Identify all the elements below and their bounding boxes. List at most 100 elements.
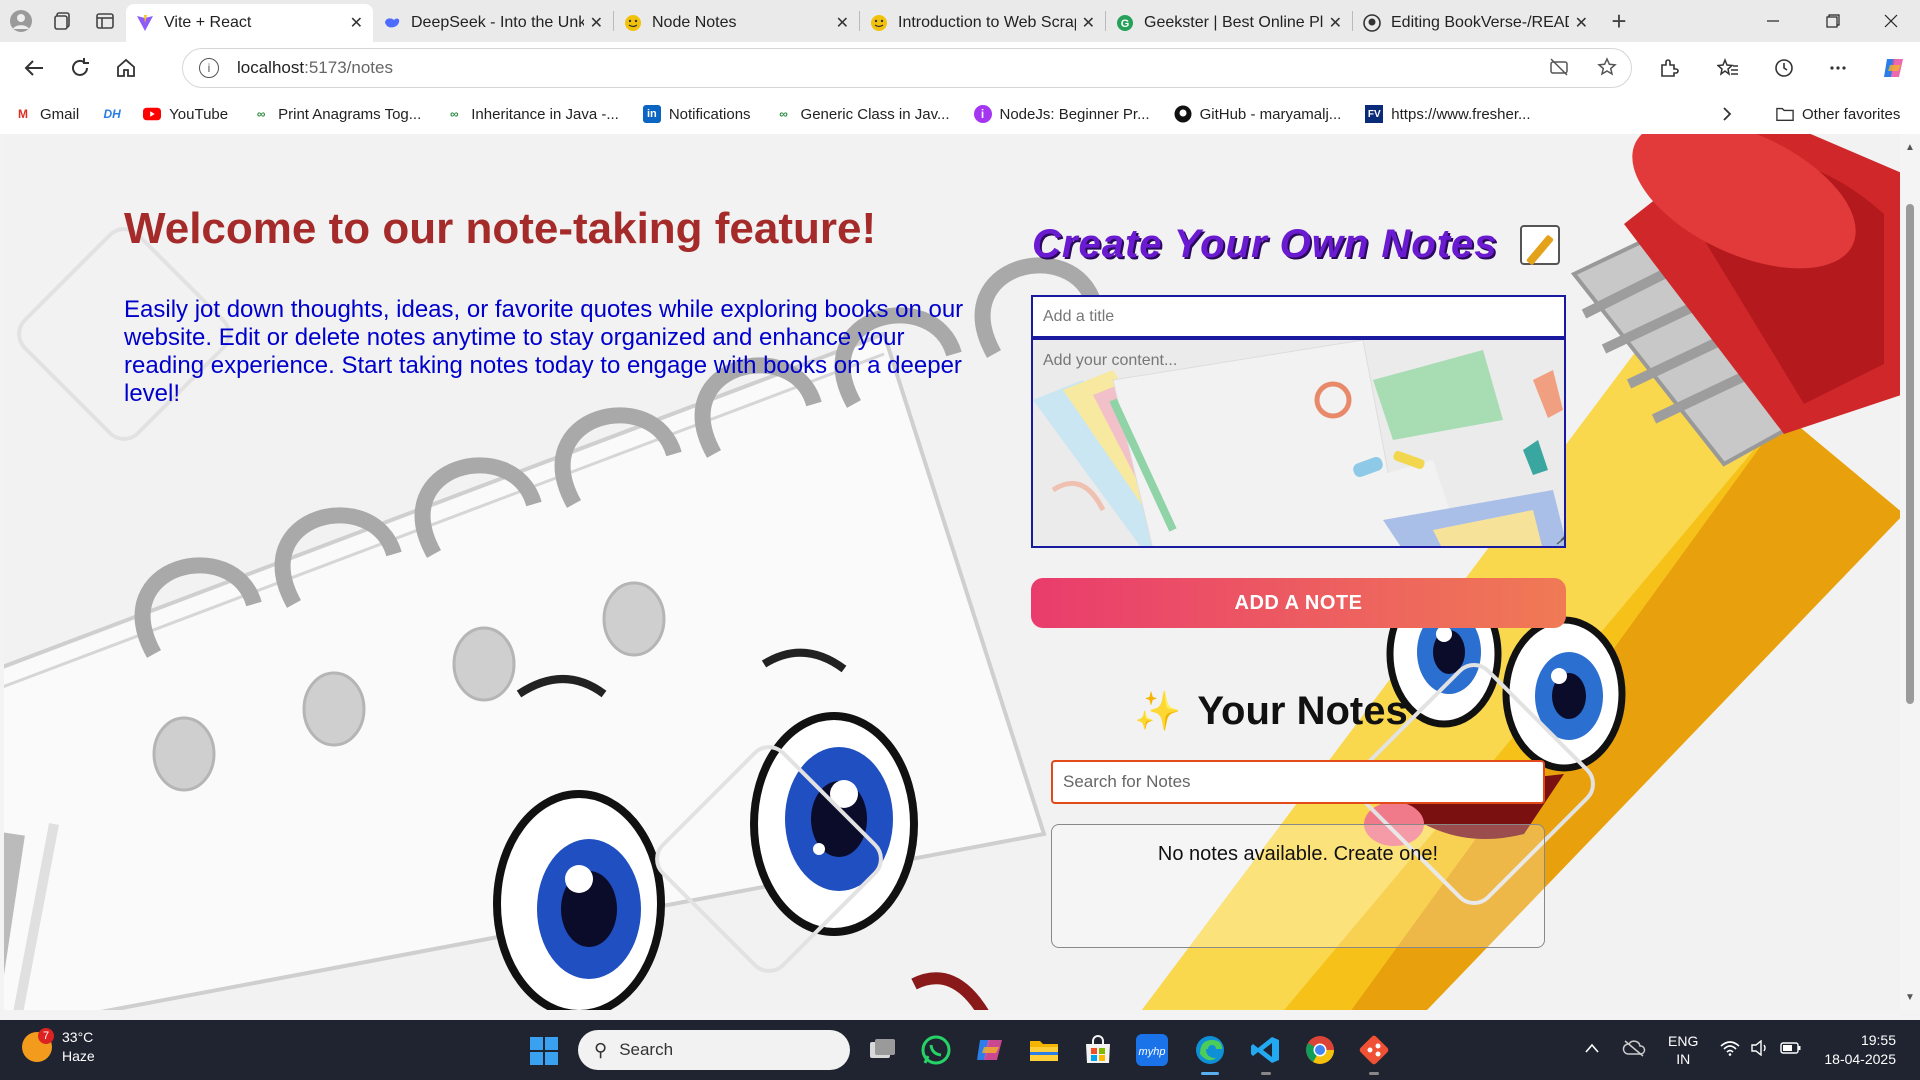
bookmark-inheritance-java[interactable]: ∞ Inheritance in Java -... xyxy=(445,105,619,123)
svg-text:myhp: myhp xyxy=(1139,1046,1166,1058)
tab-geekster[interactable]: G Geekster | Best Online Pla ✕ xyxy=(1106,4,1352,42)
notebook-pencil-background xyxy=(4,134,1900,1010)
bookmarks-overflow-icon[interactable] xyxy=(1720,106,1734,122)
myhp-icon[interactable]: myhp xyxy=(1136,1034,1168,1066)
task-view-icon[interactable] xyxy=(866,1034,898,1066)
edge-icon[interactable] xyxy=(1194,1034,1226,1075)
onedrive-offline-icon[interactable] xyxy=(1622,1039,1646,1061)
tab-node-notes[interactable]: Node Notes ✕ xyxy=(614,4,859,42)
bookmark-print-anagrams[interactable]: ∞ Print Anagrams Tog... xyxy=(252,105,421,123)
your-notes-title: Your Notes xyxy=(1197,689,1408,733)
udemy-icon: i xyxy=(973,105,992,123)
add-note-button[interactable]: ADD A NOTE xyxy=(1031,578,1566,628)
close-icon[interactable]: ✕ xyxy=(590,13,603,33)
whatsapp-icon[interactable] xyxy=(920,1034,952,1066)
close-icon[interactable]: ✕ xyxy=(1082,13,1095,33)
microsoft-store-icon[interactable] xyxy=(1082,1034,1114,1066)
file-explorer-icon[interactable] xyxy=(1028,1034,1060,1066)
folder-icon xyxy=(1776,105,1794,123)
note-title-input[interactable] xyxy=(1031,295,1566,338)
copilot-icon[interactable] xyxy=(974,1034,1006,1066)
site-info-icon[interactable]: i xyxy=(199,58,219,78)
search-icon: ⚲ xyxy=(594,1039,608,1060)
tray-overflow-icon[interactable] xyxy=(1584,1041,1600,1059)
quick-settings[interactable] xyxy=(1720,1039,1802,1060)
new-tab-button[interactable]: + xyxy=(1598,0,1640,42)
profile-icon[interactable] xyxy=(0,0,42,42)
back-icon[interactable] xyxy=(12,46,56,90)
bookmark-label: https://www.fresher... xyxy=(1391,105,1531,123)
windows-start-icon[interactable] xyxy=(530,1037,558,1065)
scroll-up-icon[interactable]: ▲ xyxy=(1905,142,1915,153)
close-icon[interactable]: ✕ xyxy=(1575,13,1588,33)
reload-icon[interactable] xyxy=(58,46,102,90)
deepseek-icon xyxy=(383,14,401,32)
bookmark-nodejs[interactable]: i NodeJs: Beginner Pr... xyxy=(973,105,1150,123)
note-content-textarea[interactable]: Add your content... xyxy=(1031,338,1566,548)
tab-deepseek[interactable]: DeepSeek - Into the Unkn ✕ xyxy=(373,4,613,42)
clock-date: 18-04-2025 xyxy=(1824,1051,1896,1067)
smiley-icon xyxy=(870,14,888,32)
favorites-icon[interactable] xyxy=(1706,46,1750,90)
scroll-down-icon[interactable]: ▼ xyxy=(1905,992,1915,1003)
bookmark-fresher[interactable]: FV https://www.fresher... xyxy=(1365,105,1531,123)
copilot-icon[interactable] xyxy=(1872,46,1916,90)
address-bar[interactable]: i localhost:5173/notes xyxy=(182,48,1632,88)
tab-title: Vite + React xyxy=(164,14,252,31)
minimize-icon[interactable] xyxy=(1748,0,1798,42)
language-indicator[interactable]: ENG IN xyxy=(1668,1032,1698,1068)
bookmark-generic-class[interactable]: ∞ Generic Class in Jav... xyxy=(775,105,949,123)
dh-icon: DH xyxy=(103,107,121,121)
page-scrollbar[interactable]: ▲ ▼ xyxy=(1900,134,1920,1010)
gmail-icon: M xyxy=(18,107,28,121)
tab-actions-icon[interactable] xyxy=(84,0,126,42)
bookmark-label: GitHub - maryamalj... xyxy=(1199,105,1342,123)
tab-vite-react[interactable]: Vite + React ✕ xyxy=(126,4,373,42)
tab-web-scraping[interactable]: Introduction to Web Scrap ✕ xyxy=(860,4,1105,42)
bookmark-github[interactable]: GitHub - maryamalj... xyxy=(1174,105,1342,123)
volume-icon xyxy=(1750,1039,1770,1060)
workspaces-icon[interactable] xyxy=(42,0,84,42)
weather-haze-icon: 7 xyxy=(22,1028,54,1062)
chrome-icon[interactable] xyxy=(1304,1034,1336,1066)
vscode-icon[interactable] xyxy=(1250,1034,1282,1075)
search-notes-input[interactable] xyxy=(1051,760,1545,804)
tab-title: Node Notes xyxy=(652,14,737,31)
scrollbar-thumb[interactable] xyxy=(1906,204,1914,704)
home-icon[interactable] xyxy=(104,46,148,90)
battery-icon xyxy=(1780,1040,1802,1060)
tab-strip: Vite + React ✕ DeepSeek - Into the Unkn … xyxy=(0,0,1920,42)
extensions-icon[interactable] xyxy=(1647,46,1691,90)
bookmark-label: Inheritance in Java -... xyxy=(471,105,619,123)
bookmark-notifications[interactable]: in Notifications xyxy=(642,105,751,123)
git-icon[interactable] xyxy=(1358,1034,1390,1075)
language-region: IN xyxy=(1676,1051,1691,1067)
bookmark-label: Notifications xyxy=(668,105,751,123)
restore-icon[interactable] xyxy=(1808,0,1858,42)
weather-widget[interactable]: 7 33°C Haze xyxy=(22,1028,95,1066)
tab-github-editing[interactable]: Editing BookVerse-/READI ✕ xyxy=(1353,4,1598,42)
stationery-background-image xyxy=(1033,340,1564,546)
gfg-icon: ∞ xyxy=(449,107,459,121)
taskbar-search-label: Search xyxy=(619,1040,674,1059)
geekster-icon: G xyxy=(1116,14,1134,32)
taskbar-search[interactable]: ⚲ Search xyxy=(578,1030,850,1070)
more-options-icon[interactable] xyxy=(1816,46,1860,90)
temperature: 33°C xyxy=(62,1029,94,1045)
close-icon[interactable]: ✕ xyxy=(350,13,363,33)
linkedin-icon: in xyxy=(642,105,661,123)
camera-off-icon[interactable] xyxy=(1549,57,1569,82)
system-clock[interactable]: 19:55 18-04-2025 xyxy=(1824,1031,1896,1069)
close-icon[interactable]: ✕ xyxy=(836,13,849,33)
bookmark-dh[interactable]: DH xyxy=(103,105,129,123)
bookmark-youtube[interactable]: YouTube xyxy=(143,105,228,123)
url-path: :5173/notes xyxy=(304,58,393,77)
content-placeholder: Add your content... xyxy=(1043,352,1178,369)
close-icon[interactable]: ✕ xyxy=(1329,13,1342,33)
history-icon[interactable] xyxy=(1762,46,1806,90)
window-close-icon[interactable] xyxy=(1866,0,1916,42)
bookmark-gmail[interactable]: M Gmail xyxy=(14,105,79,123)
favorite-star-icon[interactable] xyxy=(1597,57,1617,82)
other-favorites-label: Other favorites xyxy=(1802,105,1901,123)
other-favorites[interactable]: Other favorites xyxy=(1776,105,1900,123)
